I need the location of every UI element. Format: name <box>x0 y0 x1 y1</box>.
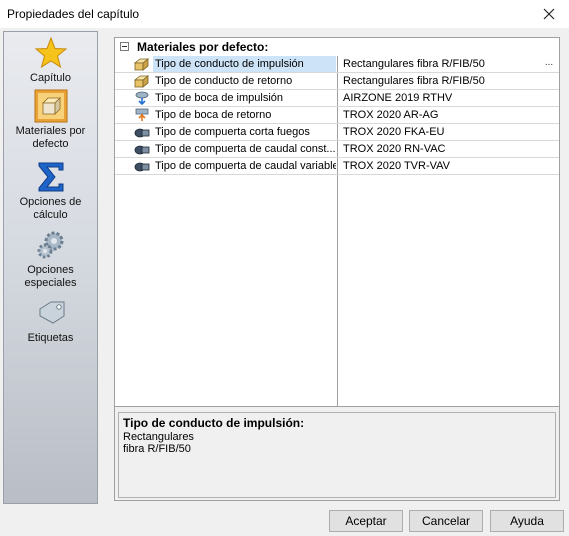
properties-dialog: Propiedades del capítulo Capítulo Materi… <box>0 0 569 536</box>
collapse-button[interactable] <box>120 42 129 51</box>
sidebar-item-opciones-especiales[interactable]: Opciones especiales <box>4 228 97 290</box>
supply-outlet-icon <box>135 91 149 105</box>
property-name: Tipo de compuerta corta fuegos <box>155 126 310 138</box>
category-title: Materiales por defecto: <box>137 40 269 54</box>
property-value[interactable]: Rectangulares fibra R/FIB/50 <box>341 56 559 72</box>
property-grid: Materiales por defecto: Tipo de conducto… <box>115 38 559 407</box>
property-name: Tipo de compuerta de caudal const... <box>155 143 336 155</box>
cancel-button[interactable]: Cancelar <box>409 510 483 532</box>
close-button[interactable] <box>529 0 569 28</box>
description-title: Tipo de conducto de impulsión: <box>123 416 305 430</box>
sidebar-item-opciones-calculo[interactable]: Opciones de cálculo <box>4 160 97 222</box>
title-bar: Propiedades del capítulo <box>0 0 569 28</box>
material-box-icon <box>34 89 67 123</box>
duct-return-icon <box>134 75 150 88</box>
property-name: Tipo de boca de impulsión <box>155 92 284 104</box>
property-value[interactable]: TROX 2020 RN-VAC <box>341 141 559 157</box>
sidebar-item-capitulo[interactable]: Capítulo <box>4 36 97 85</box>
property-value[interactable]: TROX 2020 TVR-VAV <box>341 158 559 174</box>
constant-flow-damper-icon <box>134 145 150 155</box>
property-name: Tipo de conducto de impulsión <box>153 56 336 72</box>
sidebar: Capítulo Materiales por defecto Opciones… <box>3 31 98 504</box>
property-value[interactable]: Rectangulares fibra R/FIB/50 <box>341 73 559 89</box>
description-text: Rectangulares fibra R/FIB/50 <box>123 431 194 455</box>
sidebar-item-label: Materiales por defecto <box>15 125 86 150</box>
property-row[interactable]: Tipo de boca de retorno TROX 2020 AR-AG <box>115 107 559 124</box>
sidebar-item-label: Opciones especiales <box>24 264 77 289</box>
property-panel: Materiales por defecto: Tipo de conducto… <box>114 37 560 501</box>
property-row[interactable]: Tipo de compuerta de caudal variable TRO… <box>115 158 559 175</box>
accept-button[interactable]: Aceptar <box>329 510 403 532</box>
fire-damper-icon <box>134 128 150 138</box>
return-outlet-icon <box>135 108 149 121</box>
property-row[interactable]: Tipo de compuerta de caudal const... TRO… <box>115 141 559 158</box>
ellipsis-button[interactable]: ... <box>541 56 557 72</box>
gears-icon <box>37 231 63 259</box>
sidebar-item-label: Opciones de cálculo <box>19 196 82 221</box>
variable-flow-damper-icon <box>134 162 150 172</box>
sidebar-item-label: Capítulo <box>30 72 71 84</box>
property-name: Tipo de boca de retorno <box>155 109 272 121</box>
sidebar-item-etiquetas[interactable]: Etiquetas <box>4 296 97 345</box>
window-title: Propiedades del capítulo <box>7 7 140 21</box>
description-box: Tipo de conducto de impulsión: Rectangul… <box>118 412 556 498</box>
tag-icon <box>39 301 64 324</box>
sidebar-item-materiales[interactable]: Materiales por defecto <box>4 89 97 151</box>
property-row[interactable]: Tipo de conducto de impulsión Rectangula… <box>115 56 559 73</box>
close-icon <box>543 8 555 20</box>
star-icon <box>34 36 67 69</box>
property-row[interactable]: Tipo de boca de impulsión AIRZONE 2019 R… <box>115 90 559 107</box>
property-name: Tipo de conducto de retorno <box>155 75 293 87</box>
property-row[interactable]: Tipo de compuerta corta fuegos TROX 2020… <box>115 124 559 141</box>
property-name: Tipo de compuerta de caudal variable <box>155 160 336 172</box>
sidebar-item-label: Etiquetas <box>27 332 74 344</box>
duct-supply-icon <box>134 58 150 71</box>
category-header[interactable]: Materiales por defecto: <box>115 38 559 56</box>
property-row[interactable]: Tipo de conducto de retorno Rectangulare… <box>115 73 559 90</box>
sigma-icon <box>38 162 63 192</box>
property-value[interactable]: AIRZONE 2019 RTHV <box>341 90 559 106</box>
help-button[interactable]: Ayuda <box>490 510 564 532</box>
property-value[interactable]: TROX 2020 FKA-EU <box>341 124 559 140</box>
property-value[interactable]: TROX 2020 AR-AG <box>341 107 559 123</box>
